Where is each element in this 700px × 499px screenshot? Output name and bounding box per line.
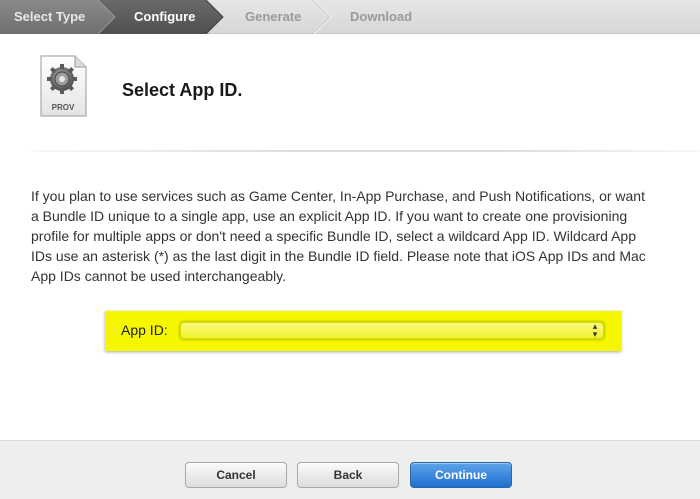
back-button[interactable]: Back xyxy=(297,462,399,488)
header-divider xyxy=(30,150,700,152)
app-id-field-highlight: App ID: ▴ ▾ xyxy=(105,311,621,351)
step-download: Download xyxy=(350,9,413,24)
continue-button[interactable]: Continue xyxy=(410,462,512,488)
provisioning-profile-icon: PROV xyxy=(40,55,87,117)
select-arrows-icon: ▴ ▾ xyxy=(592,321,598,339)
step-bar: Select Type Configure Generate Download xyxy=(0,0,700,34)
provisioning-profile-icon-label: PROV xyxy=(52,103,75,112)
footer-bar: Cancel Back Continue xyxy=(0,440,700,499)
page: Select Type Configure Generate Download xyxy=(0,0,700,499)
app-id-label: App ID: xyxy=(121,322,168,338)
app-id-select[interactable]: ▴ ▾ xyxy=(179,321,605,340)
step-configure: Configure xyxy=(134,9,196,24)
cancel-button[interactable]: Cancel xyxy=(185,462,287,488)
step-select-type: Select Type xyxy=(14,9,86,24)
step-generate: Generate xyxy=(245,9,302,24)
description-text: If you plan to use services such as Game… xyxy=(31,188,646,284)
page-title: Select App ID. xyxy=(122,80,243,100)
